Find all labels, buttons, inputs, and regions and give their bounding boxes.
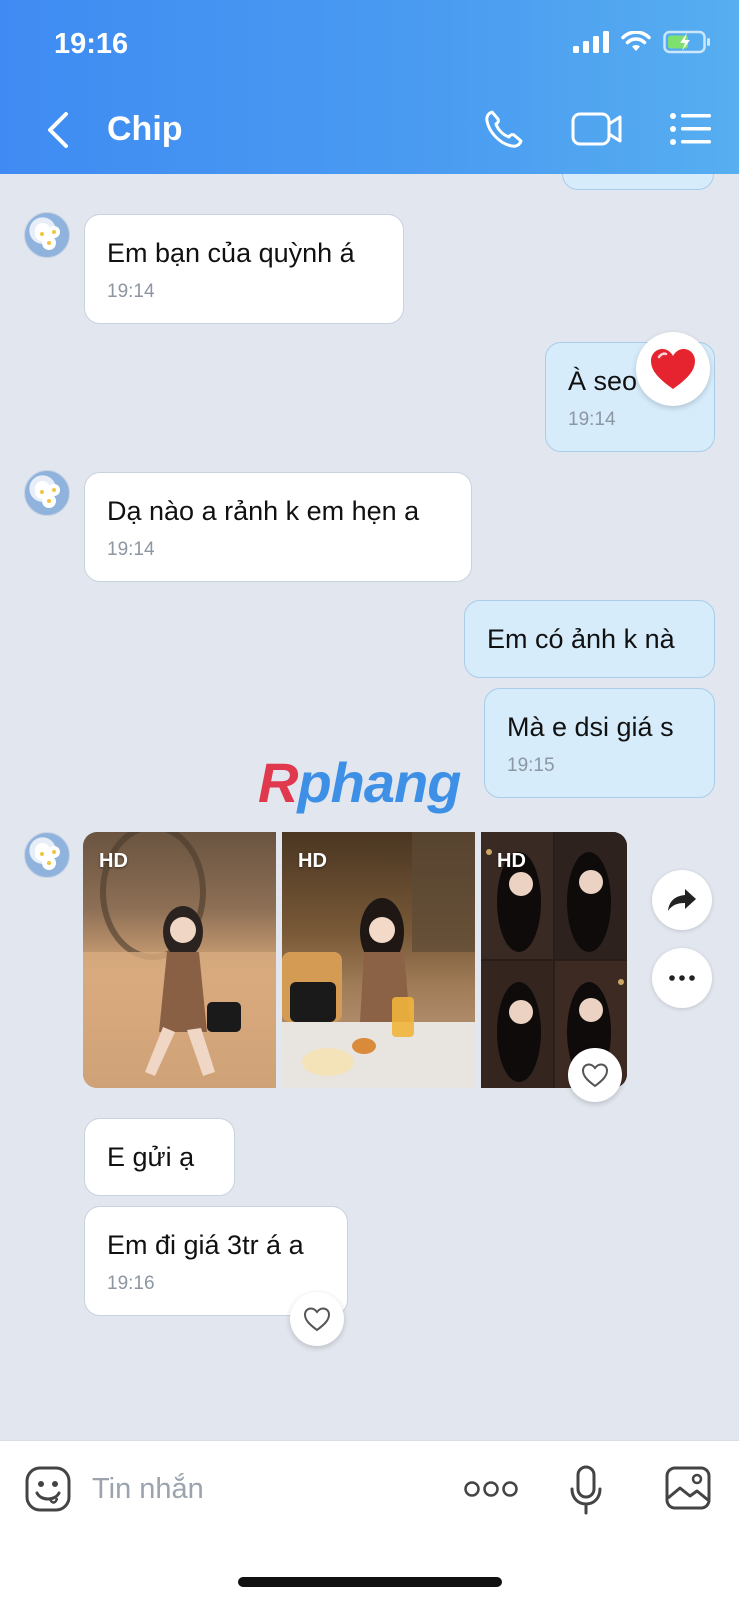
message-text: Mà e dsi giá s xyxy=(507,712,674,742)
hd-badge: HD xyxy=(298,850,327,872)
message-time: 19:15 xyxy=(507,755,555,776)
message-time: 19:14 xyxy=(568,409,616,430)
flower-avatar-icon xyxy=(35,226,60,250)
more-actions-button[interactable] xyxy=(464,1479,518,1499)
react-button[interactable] xyxy=(290,1292,344,1346)
wifi-icon xyxy=(621,31,651,51)
message-bubble-incoming[interactable]: Em bạn của quỳnh á 19:14 xyxy=(84,214,404,324)
heart-outline-icon xyxy=(581,1063,609,1088)
photo-1[interactable]: HD xyxy=(83,832,276,1088)
heart-filled-icon xyxy=(651,349,695,389)
watermark-logo: Rphang xyxy=(258,751,461,814)
contact-avatar[interactable] xyxy=(24,212,70,258)
contact-avatar[interactable] xyxy=(24,832,70,878)
contact-avatar[interactable] xyxy=(24,470,70,516)
microphone-icon[interactable] xyxy=(570,1465,602,1515)
message-time: 19:16 xyxy=(107,1273,155,1294)
status-icons xyxy=(573,30,711,54)
video-call-icon[interactable] xyxy=(571,109,623,149)
message-text: Em đi giá 3tr á a xyxy=(107,1230,304,1260)
message-bubble-incoming[interactable]: E gửi ạ xyxy=(84,1118,235,1196)
status-time: 19:16 xyxy=(54,28,129,60)
share-arrow-icon xyxy=(668,889,696,911)
message-input-bar xyxy=(0,1440,739,1600)
heart-reaction-button[interactable] xyxy=(636,332,710,406)
chat-header: 19:16 Chip xyxy=(0,0,739,174)
message-bubble-outgoing[interactable]: Mà e dsi giá s 19:15 xyxy=(484,688,715,798)
home-indicator xyxy=(238,1577,502,1587)
heart-outline-icon xyxy=(303,1307,331,1332)
contact-name[interactable]: Chip xyxy=(107,110,183,149)
flower-avatar-icon xyxy=(35,484,60,508)
message-text: Em có ảnh k nà xyxy=(487,624,675,654)
battery-charging-icon xyxy=(663,30,710,54)
message-bubble-outgoing[interactable]: Em có ảnh k nà xyxy=(464,600,715,678)
phone-call-icon[interactable] xyxy=(483,108,525,150)
forward-button[interactable] xyxy=(652,870,712,930)
menu-list-icon[interactable] xyxy=(669,112,711,146)
message-text: Em bạn của quỳnh á xyxy=(107,238,355,268)
message-time: 19:14 xyxy=(107,281,155,302)
photo-album-message[interactable]: HD HD HD xyxy=(83,832,627,1088)
photo-2[interactable]: HD xyxy=(282,832,475,1088)
flower-avatar-icon xyxy=(35,846,60,870)
gallery-image-icon[interactable] xyxy=(664,1465,712,1511)
header-actions xyxy=(483,108,711,150)
sticker-emoji-icon[interactable] xyxy=(24,1465,72,1513)
message-time: 19:14 xyxy=(107,539,155,560)
more-options-button[interactable] xyxy=(652,948,712,1008)
message-bubble-incoming[interactable]: Dạ nào a rảnh k em hẹn a 19:14 xyxy=(84,472,472,582)
message-text: E gửi ạ xyxy=(107,1142,195,1172)
message-text: Dạ nào a rảnh k em hẹn a xyxy=(107,496,420,526)
hd-badge: HD xyxy=(497,850,526,872)
message-list[interactable]: Em bạn của quỳnh á 19:14 À seo 19:14 Dạ … xyxy=(0,174,739,1440)
signal-icon xyxy=(573,31,609,53)
more-dots-icon xyxy=(464,1481,518,1497)
hd-badge: HD xyxy=(99,850,128,872)
more-horizontal-icon xyxy=(669,975,695,981)
message-input[interactable] xyxy=(92,1463,422,1515)
message-bubble-outgoing-partial[interactable] xyxy=(562,174,714,190)
back-arrow-icon[interactable] xyxy=(40,108,76,152)
react-button[interactable] xyxy=(568,1048,622,1102)
